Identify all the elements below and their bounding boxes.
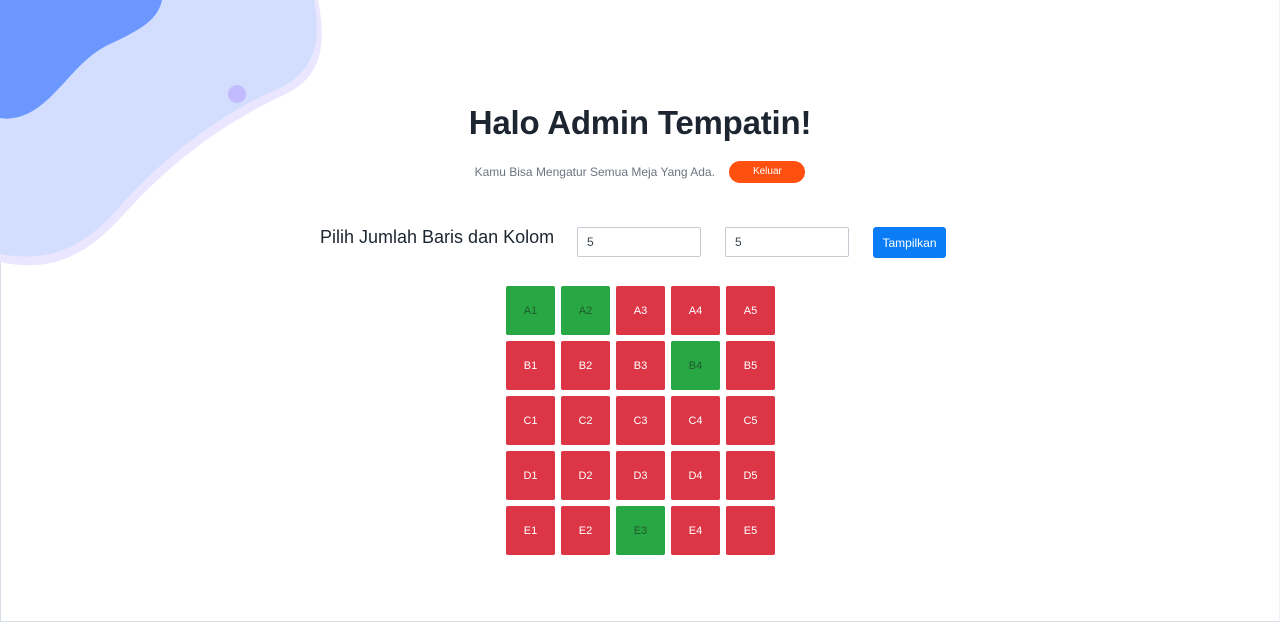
seat-tile[interactable]: E3 bbox=[616, 506, 665, 555]
seat-tile[interactable]: B5 bbox=[726, 341, 775, 390]
seat-tile[interactable]: C3 bbox=[616, 396, 665, 445]
seat-tile[interactable]: E4 bbox=[671, 506, 720, 555]
seat-tile[interactable]: B4 bbox=[671, 341, 720, 390]
seat-tile[interactable]: C5 bbox=[726, 396, 775, 445]
seat-tile[interactable]: A1 bbox=[506, 286, 555, 335]
seat-tile[interactable]: A5 bbox=[726, 286, 775, 335]
seat-tile[interactable]: B3 bbox=[616, 341, 665, 390]
seat-tile[interactable]: B1 bbox=[506, 341, 555, 390]
seat-tile[interactable]: C2 bbox=[561, 396, 610, 445]
rows-input[interactable] bbox=[577, 227, 701, 257]
seat-tile[interactable]: E2 bbox=[561, 506, 610, 555]
seat-tile[interactable]: D3 bbox=[616, 451, 665, 500]
seat-tile[interactable]: A2 bbox=[561, 286, 610, 335]
page-subtitle: Kamu Bisa Mengatur Semua Meja Yang Ada. bbox=[474, 165, 715, 179]
columns-input[interactable] bbox=[725, 227, 849, 257]
seat-tile[interactable]: D5 bbox=[726, 451, 775, 500]
table-grid: A1 A2 A3 A4 A5 B1 B2 B3 B4 B5 C1 C2 C3 C4 C5 D1 D2 D3 D4 D5… bbox=[506, 286, 775, 555]
seat-tile[interactable]: C4 bbox=[671, 396, 720, 445]
seat-tile[interactable]: A4 bbox=[671, 286, 720, 335]
subtitle-row: Kamu Bisa Mengatur Semua Meja Yang Ada. … bbox=[0, 161, 1280, 183]
seat-tile[interactable]: D1 bbox=[506, 451, 555, 500]
seat-tile[interactable]: B2 bbox=[561, 341, 610, 390]
page-title: Halo Admin Tempatin! bbox=[468, 104, 812, 141]
seat-tile[interactable]: C1 bbox=[506, 396, 555, 445]
seat-tile[interactable]: E5 bbox=[726, 506, 775, 555]
show-button[interactable]: Tampilkan bbox=[873, 227, 946, 258]
seat-tile[interactable]: D2 bbox=[561, 451, 610, 500]
logout-button[interactable]: Keluar bbox=[729, 161, 806, 183]
seat-tile[interactable]: D4 bbox=[671, 451, 720, 500]
seat-tile[interactable]: A3 bbox=[616, 286, 665, 335]
seat-tile[interactable]: E1 bbox=[506, 506, 555, 555]
grid-size-label: Pilih Jumlah Baris dan Kolom bbox=[320, 227, 555, 247]
